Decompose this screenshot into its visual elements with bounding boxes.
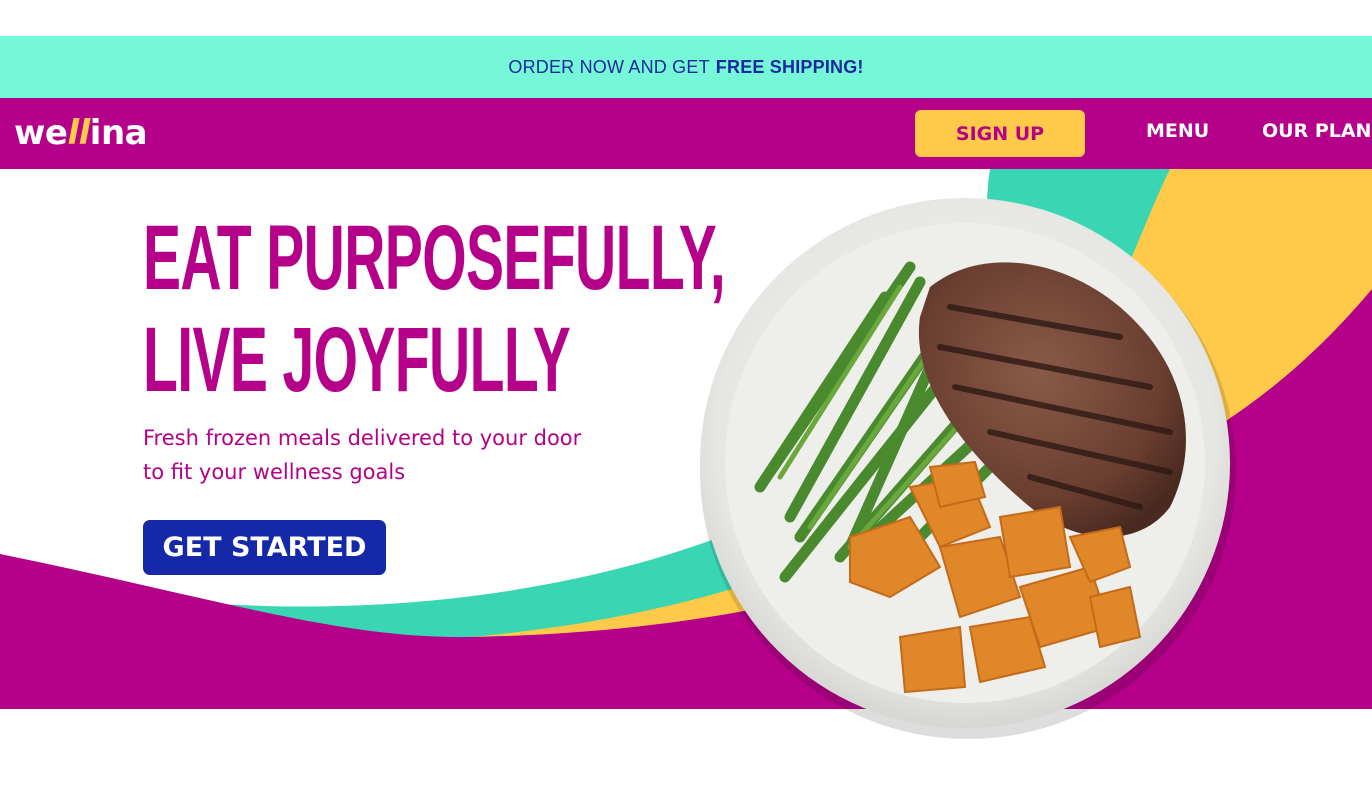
logo-text-mid: ll	[67, 113, 90, 153]
subhead-line-2: to fit your wellness goals	[143, 460, 406, 484]
promo-highlight: FREE SHIPPING!	[715, 56, 864, 77]
nav-link-our-plan[interactable]: OUR PLAN	[1262, 120, 1371, 142]
subhead-line-1: Fresh frozen meals delivered to your doo…	[143, 426, 582, 450]
steak-plate-image	[700, 198, 1236, 739]
promo-banner: ORDER NOW AND GET FREE SHIPPING!	[0, 36, 1372, 98]
sign-up-button[interactable]: SIGN UP	[915, 110, 1085, 157]
logo-text-post: ina	[89, 113, 148, 153]
wellina-logo[interactable]: we ll ina	[14, 108, 164, 158]
hero-subheading: Fresh frozen meals delivered to your doo…	[143, 421, 603, 489]
logo-text-pre: we	[14, 113, 68, 153]
hero-headline: EAT PURPOSEFULLY, LIVE JOYFULLY	[143, 207, 726, 411]
top-navigation: we ll ina SIGN UP MENU OUR PLAN	[0, 98, 1372, 169]
nav-link-menu[interactable]: MENU	[1146, 120, 1209, 142]
get-started-button[interactable]: GET STARTED	[143, 520, 386, 575]
hero-section: EAT PURPOSEFULLY, LIVE JOYFULLY Fresh fr…	[0, 169, 1372, 787]
promo-text: ORDER NOW AND GET	[508, 56, 710, 77]
headline-line-1: EAT PURPOSEFULLY,	[143, 207, 726, 309]
headline-line-2: LIVE JOYFULLY	[143, 309, 571, 411]
